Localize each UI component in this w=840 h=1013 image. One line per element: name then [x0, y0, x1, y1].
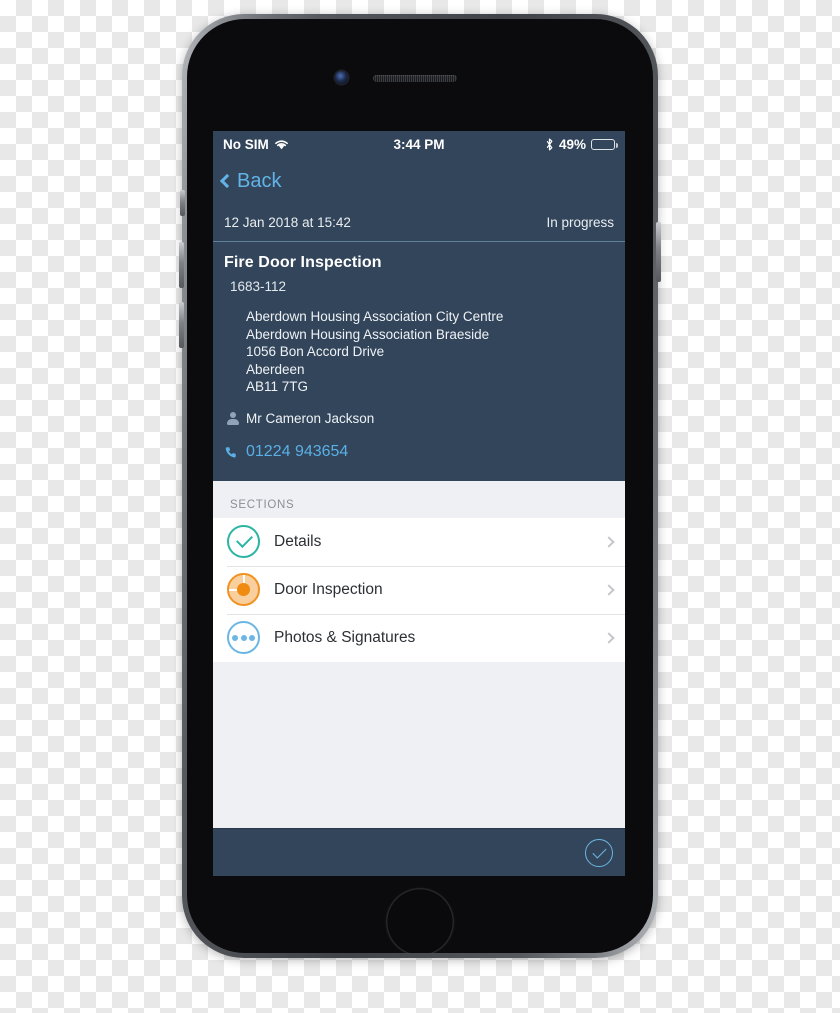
address-line: 1056 Bon Accord Drive [246, 344, 385, 359]
battery-percent-label: 49% [558, 137, 586, 152]
status-badge: In progress [546, 215, 614, 230]
phone-icon [224, 443, 246, 464]
section-label: Details [274, 532, 322, 550]
status-bar-left: No SIM [223, 137, 289, 152]
sidebar-item-details[interactable]: Details [213, 518, 625, 566]
front-camera-icon [335, 71, 348, 84]
ellipsis-circle-icon [227, 621, 260, 654]
back-button[interactable]: Back [219, 170, 282, 193]
job-summary-card: Fire Door Inspection 1683-112 Aberdown H… [213, 242, 625, 481]
address-line: Aberdeen [246, 361, 305, 377]
chevron-left-icon [219, 173, 235, 189]
job-meta-row: 12 Jan 2018 at 15:42 In progress [213, 205, 625, 242]
map-pin-icon [224, 308, 246, 396]
status-bar: No SIM 3:44 PM 49% [213, 131, 625, 158]
phone-number[interactable]: 01224 943654 [246, 443, 348, 464]
phone-bezel: No SIM 3:44 PM 49% Back 12 Jan 2018 at 1… [187, 19, 653, 953]
sidebar-item-door-inspection[interactable]: Door Inspection [213, 565, 625, 614]
phone-screen: No SIM 3:44 PM 49% Back 12 Jan 2018 at 1… [213, 131, 625, 876]
phone-block[interactable]: 01224 943654 [224, 443, 614, 464]
progress-pie-icon [227, 573, 260, 606]
back-button-label: Back [237, 170, 282, 192]
job-title: Fire Door Inspection [224, 254, 382, 271]
mute-switch[interactable] [180, 190, 185, 216]
bluetooth-icon [546, 138, 553, 151]
volume-down-button[interactable] [179, 302, 184, 348]
section-label: Photos & Signatures [274, 628, 416, 646]
submit-button[interactable] [585, 838, 613, 867]
address-lines: Aberdown Housing Association City Centre… [246, 308, 503, 396]
check-circle-icon [227, 525, 260, 558]
person-icon [224, 410, 246, 430]
status-bar-right: 49% [545, 137, 618, 152]
chevron-right-icon [603, 535, 615, 548]
bottom-toolbar [213, 828, 625, 876]
carrier-label: No SIM [223, 137, 269, 152]
job-reference: 1683-112 [230, 279, 287, 294]
contact-block: Mr Cameron Jackson [224, 410, 614, 430]
address-line: Aberdown Housing Association Braeside [246, 326, 490, 342]
volume-up-button[interactable] [179, 242, 184, 288]
sections-list: Details Door Inspection Photos & Signatu… [213, 517, 625, 662]
sidebar-item-photos-signatures[interactable]: Photos & Signatures [213, 613, 625, 662]
earpiece-speaker [373, 75, 457, 82]
home-button[interactable] [386, 888, 454, 953]
job-datetime: 12 Jan 2018 at 15:42 [224, 215, 351, 230]
iphone-device-frame: No SIM 3:44 PM 49% Back 12 Jan 2018 at 1… [179, 14, 661, 958]
section-label: Door Inspection [274, 580, 383, 598]
battery-icon [591, 139, 618, 150]
chevron-right-icon [603, 631, 615, 644]
contact-name: Mr Cameron Jackson [246, 410, 375, 426]
empty-list-area [213, 661, 625, 828]
navigation-bar: Back [213, 158, 625, 205]
address-line: AB11 7TG [246, 379, 309, 394]
address-line: Aberdown Housing Association City Centre [246, 309, 504, 324]
address-block: Aberdown Housing Association City Centre… [224, 308, 614, 396]
power-button[interactable] [656, 222, 661, 282]
sections-header: SECTIONS [213, 480, 625, 518]
chevron-right-icon [603, 583, 615, 596]
wifi-icon [274, 139, 288, 149]
